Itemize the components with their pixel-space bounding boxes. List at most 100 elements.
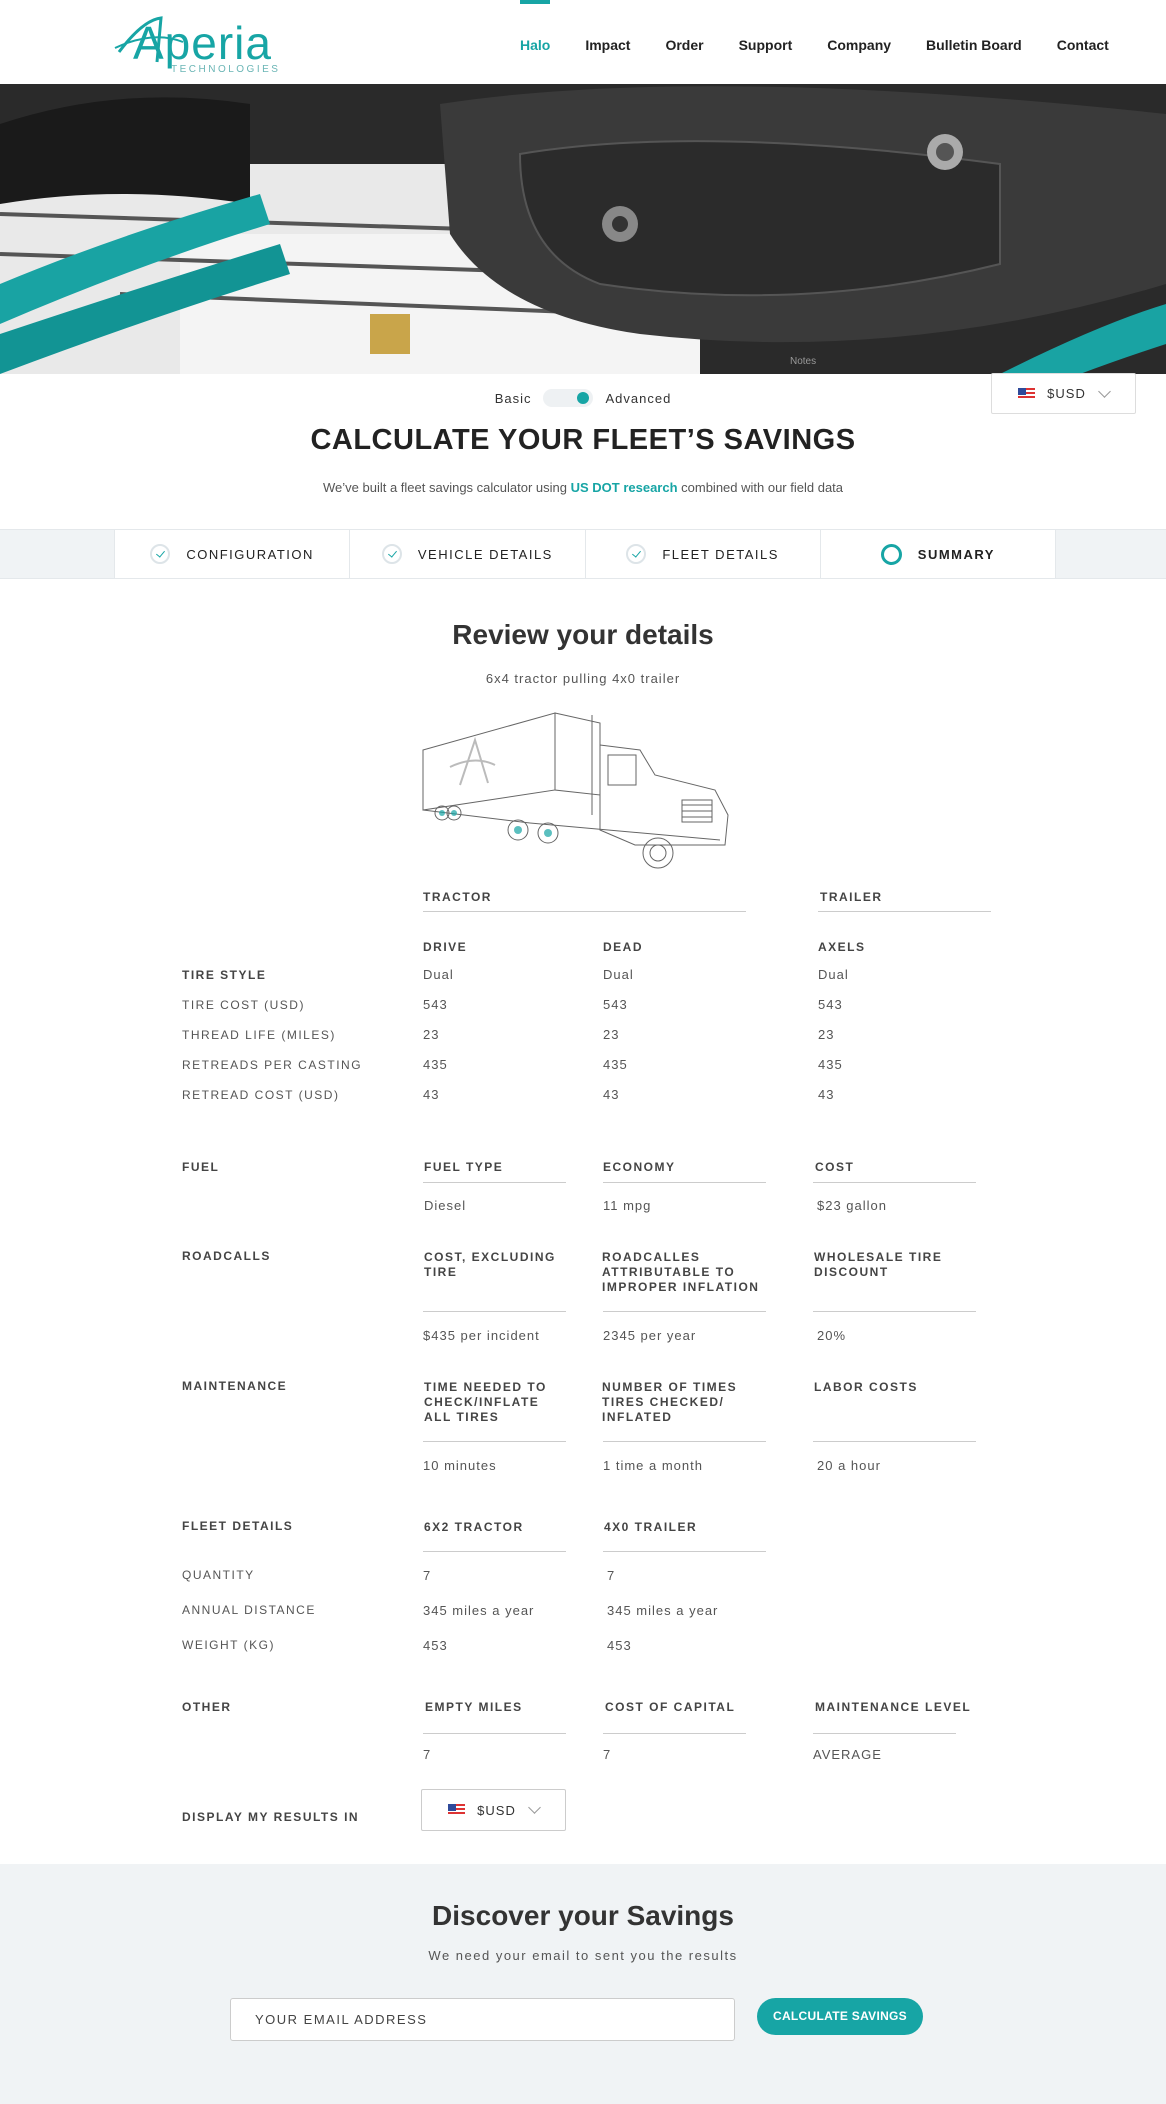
fuel-economy-value: 11 mpg — [603, 1198, 652, 1213]
nav-support[interactable]: Support — [739, 0, 793, 84]
quantity-trailer: 7 — [607, 1568, 616, 1583]
empty-miles-header: EMPTY MILES — [425, 1700, 523, 1714]
tire-cost-drive: 543 — [423, 997, 448, 1012]
step-label: SUMMARY — [917, 546, 995, 562]
tractor-group-header: TRACTOR — [423, 890, 492, 904]
us-flag-icon — [448, 1804, 466, 1816]
discover-section: Discover your Savings We need your email… — [0, 1864, 1166, 2104]
step-vehicle-details[interactable]: VEHICLE DETAILS — [350, 530, 586, 578]
thread-life-drive: 23 — [423, 1027, 440, 1042]
annual-distance-trailer: 345 miles a year — [607, 1603, 719, 1618]
calculate-savings-button[interactable]: CALCULATE SAVINGS — [757, 1998, 923, 2035]
discover-subtitle: We need your email to sent you the resul… — [428, 1948, 738, 1963]
nav-halo[interactable]: Halo — [520, 0, 551, 84]
col-dead: DEAD — [603, 940, 644, 954]
maintenance-level-value: AVERAGE — [813, 1747, 882, 1762]
roadcall-attrib-header: ROADCALLES ATTRIBUTABLE TO IMPROPER INFL… — [602, 1250, 760, 1294]
intro-text: We’ve built a fleet savings calculator u… — [0, 480, 1166, 495]
results-currency-select[interactable]: $USD — [421, 1789, 566, 1831]
labor-costs-value: 20 a hour — [817, 1458, 881, 1473]
retread-cost-dead: 43 — [603, 1087, 620, 1102]
check-time-value: 10 minutes — [423, 1458, 497, 1473]
fuel-type-header: FUEL TYPE — [424, 1160, 504, 1174]
current-step-ring-icon — [880, 543, 902, 565]
logo-wordmark: Aperia — [133, 17, 272, 69]
nav-bulletin-board[interactable]: Bulletin Board — [926, 0, 1022, 84]
annual-distance-tractor: 345 miles a year — [423, 1603, 535, 1618]
step-fleet-details[interactable]: FLEET DETAILS — [586, 530, 821, 578]
thread-life-label: THREAD LIFE (MILES) — [182, 1028, 336, 1042]
fleet-details-label: FLEET DETAILS — [182, 1519, 294, 1533]
mode-toggle-switch[interactable] — [543, 389, 594, 407]
thread-life-axels: 23 — [818, 1027, 835, 1042]
discover-title: Discover your Savings — [432, 1900, 734, 1931]
quantity-label: QUANTITY — [182, 1568, 255, 1582]
nav-contact[interactable]: Contact — [1057, 0, 1109, 84]
fuel-economy-header: ECONOMY — [603, 1160, 676, 1174]
roadcalls-rule-1 — [423, 1311, 566, 1312]
check-icon — [150, 544, 171, 564]
us-flag-icon — [1018, 387, 1036, 400]
nav-company[interactable]: Company — [827, 0, 891, 84]
aperia-logo[interactable]: Aperia TECHNOLOGIES — [113, 10, 278, 76]
other-rule-1 — [423, 1733, 566, 1734]
other-label: OTHER — [182, 1700, 232, 1714]
page-title: CALCULATE YOUR FLEET’S SAVINGS — [310, 424, 856, 456]
retreads-dead: 435 — [603, 1057, 628, 1072]
nav-order[interactable]: Order — [665, 0, 703, 84]
main-nav: Halo Impact Order Support Company Bullet… — [520, 0, 1109, 84]
currency-select-top[interactable]: $USD — [991, 373, 1136, 414]
step-summary[interactable]: SUMMARY — [821, 530, 1056, 578]
fleet-rule-2 — [603, 1551, 766, 1552]
roadcall-cost-value: $435 per incident — [423, 1328, 540, 1343]
nav-impact[interactable]: Impact — [585, 0, 630, 84]
tire-style-drive: Dual — [423, 967, 454, 982]
logo-subtext: TECHNOLOGIES — [171, 64, 281, 75]
maintenance-level-header: MAINTENANCE LEVEL — [815, 1700, 972, 1714]
tire-cost-axels: 543 — [818, 997, 843, 1012]
trailer-rule — [818, 911, 991, 912]
toggle-advanced-label[interactable]: Advanced — [605, 391, 671, 406]
us-dot-research-link[interactable]: US DOT research — [571, 480, 678, 495]
check-time-header: TIME NEEDED TO CHECK/INFLATE ALL TIRES — [424, 1380, 547, 1424]
currency-top-label: $USD — [1047, 386, 1086, 401]
fleet-tractor-header: 6X2 TRACTOR — [424, 1520, 524, 1534]
check-frequency-value: 1 time a month — [603, 1458, 703, 1473]
retreads-label: RETREADS PER CASTING — [182, 1058, 363, 1072]
col-drive: DRIVE — [423, 940, 468, 954]
trailer-group-header: TRAILER — [820, 890, 883, 904]
check-icon — [626, 544, 647, 564]
roadcall-attrib-value: 2345 per year — [603, 1328, 697, 1343]
step-label: VEHICLE DETAILS — [417, 546, 553, 562]
step-configuration[interactable]: CONFIGURATION — [114, 530, 351, 578]
maintenance-rule-2 — [603, 1441, 766, 1442]
fuel-cost-header: COST — [815, 1160, 855, 1174]
empty-miles-value: 7 — [423, 1747, 432, 1762]
tire-style-axels: Dual — [818, 967, 849, 982]
tire-style-label: TIRE STYLE — [182, 968, 267, 982]
cost-of-capital-header: COST OF CAPITAL — [605, 1700, 736, 1714]
email-input[interactable]: YOUR EMAIL ADDRESS — [230, 1998, 735, 2041]
fuel-rule-1 — [423, 1182, 566, 1183]
tire-cost-label: TIRE COST (USD) — [182, 998, 305, 1012]
wholesale-discount-value: 20% — [817, 1328, 847, 1343]
toggle-basic-label[interactable]: Basic — [495, 391, 532, 406]
col-axels: AXELS — [818, 940, 866, 954]
results-currency-label: $USD — [477, 1802, 516, 1818]
truck-illustration — [422, 712, 729, 869]
weight-tractor: 453 — [423, 1638, 448, 1653]
roadcalls-rule-3 — [813, 1311, 976, 1312]
retreads-drive: 435 — [423, 1057, 448, 1072]
labor-costs-header: LABOR COSTS — [814, 1380, 918, 1394]
check-icon — [381, 544, 402, 564]
fleet-rule-1 — [423, 1551, 566, 1552]
maintenance-rule-3 — [813, 1441, 976, 1442]
retread-cost-axels: 43 — [818, 1087, 835, 1102]
hero-image: Notes — [0, 84, 1166, 374]
review-subtitle: 6x4 tractor pulling 4x0 trailer — [485, 671, 681, 686]
fleet-trailer-header: 4X0 TRAILER — [604, 1520, 698, 1534]
site-header: Aperia TECHNOLOGIES Halo Impact Order Su… — [0, 0, 1166, 84]
intro-before: We’ve built a fleet savings calculator u… — [322, 480, 571, 495]
roadcall-cost-header: COST, EXCLUDING TIRE — [424, 1250, 556, 1279]
roadcalls-label: ROADCALLS — [182, 1249, 271, 1263]
